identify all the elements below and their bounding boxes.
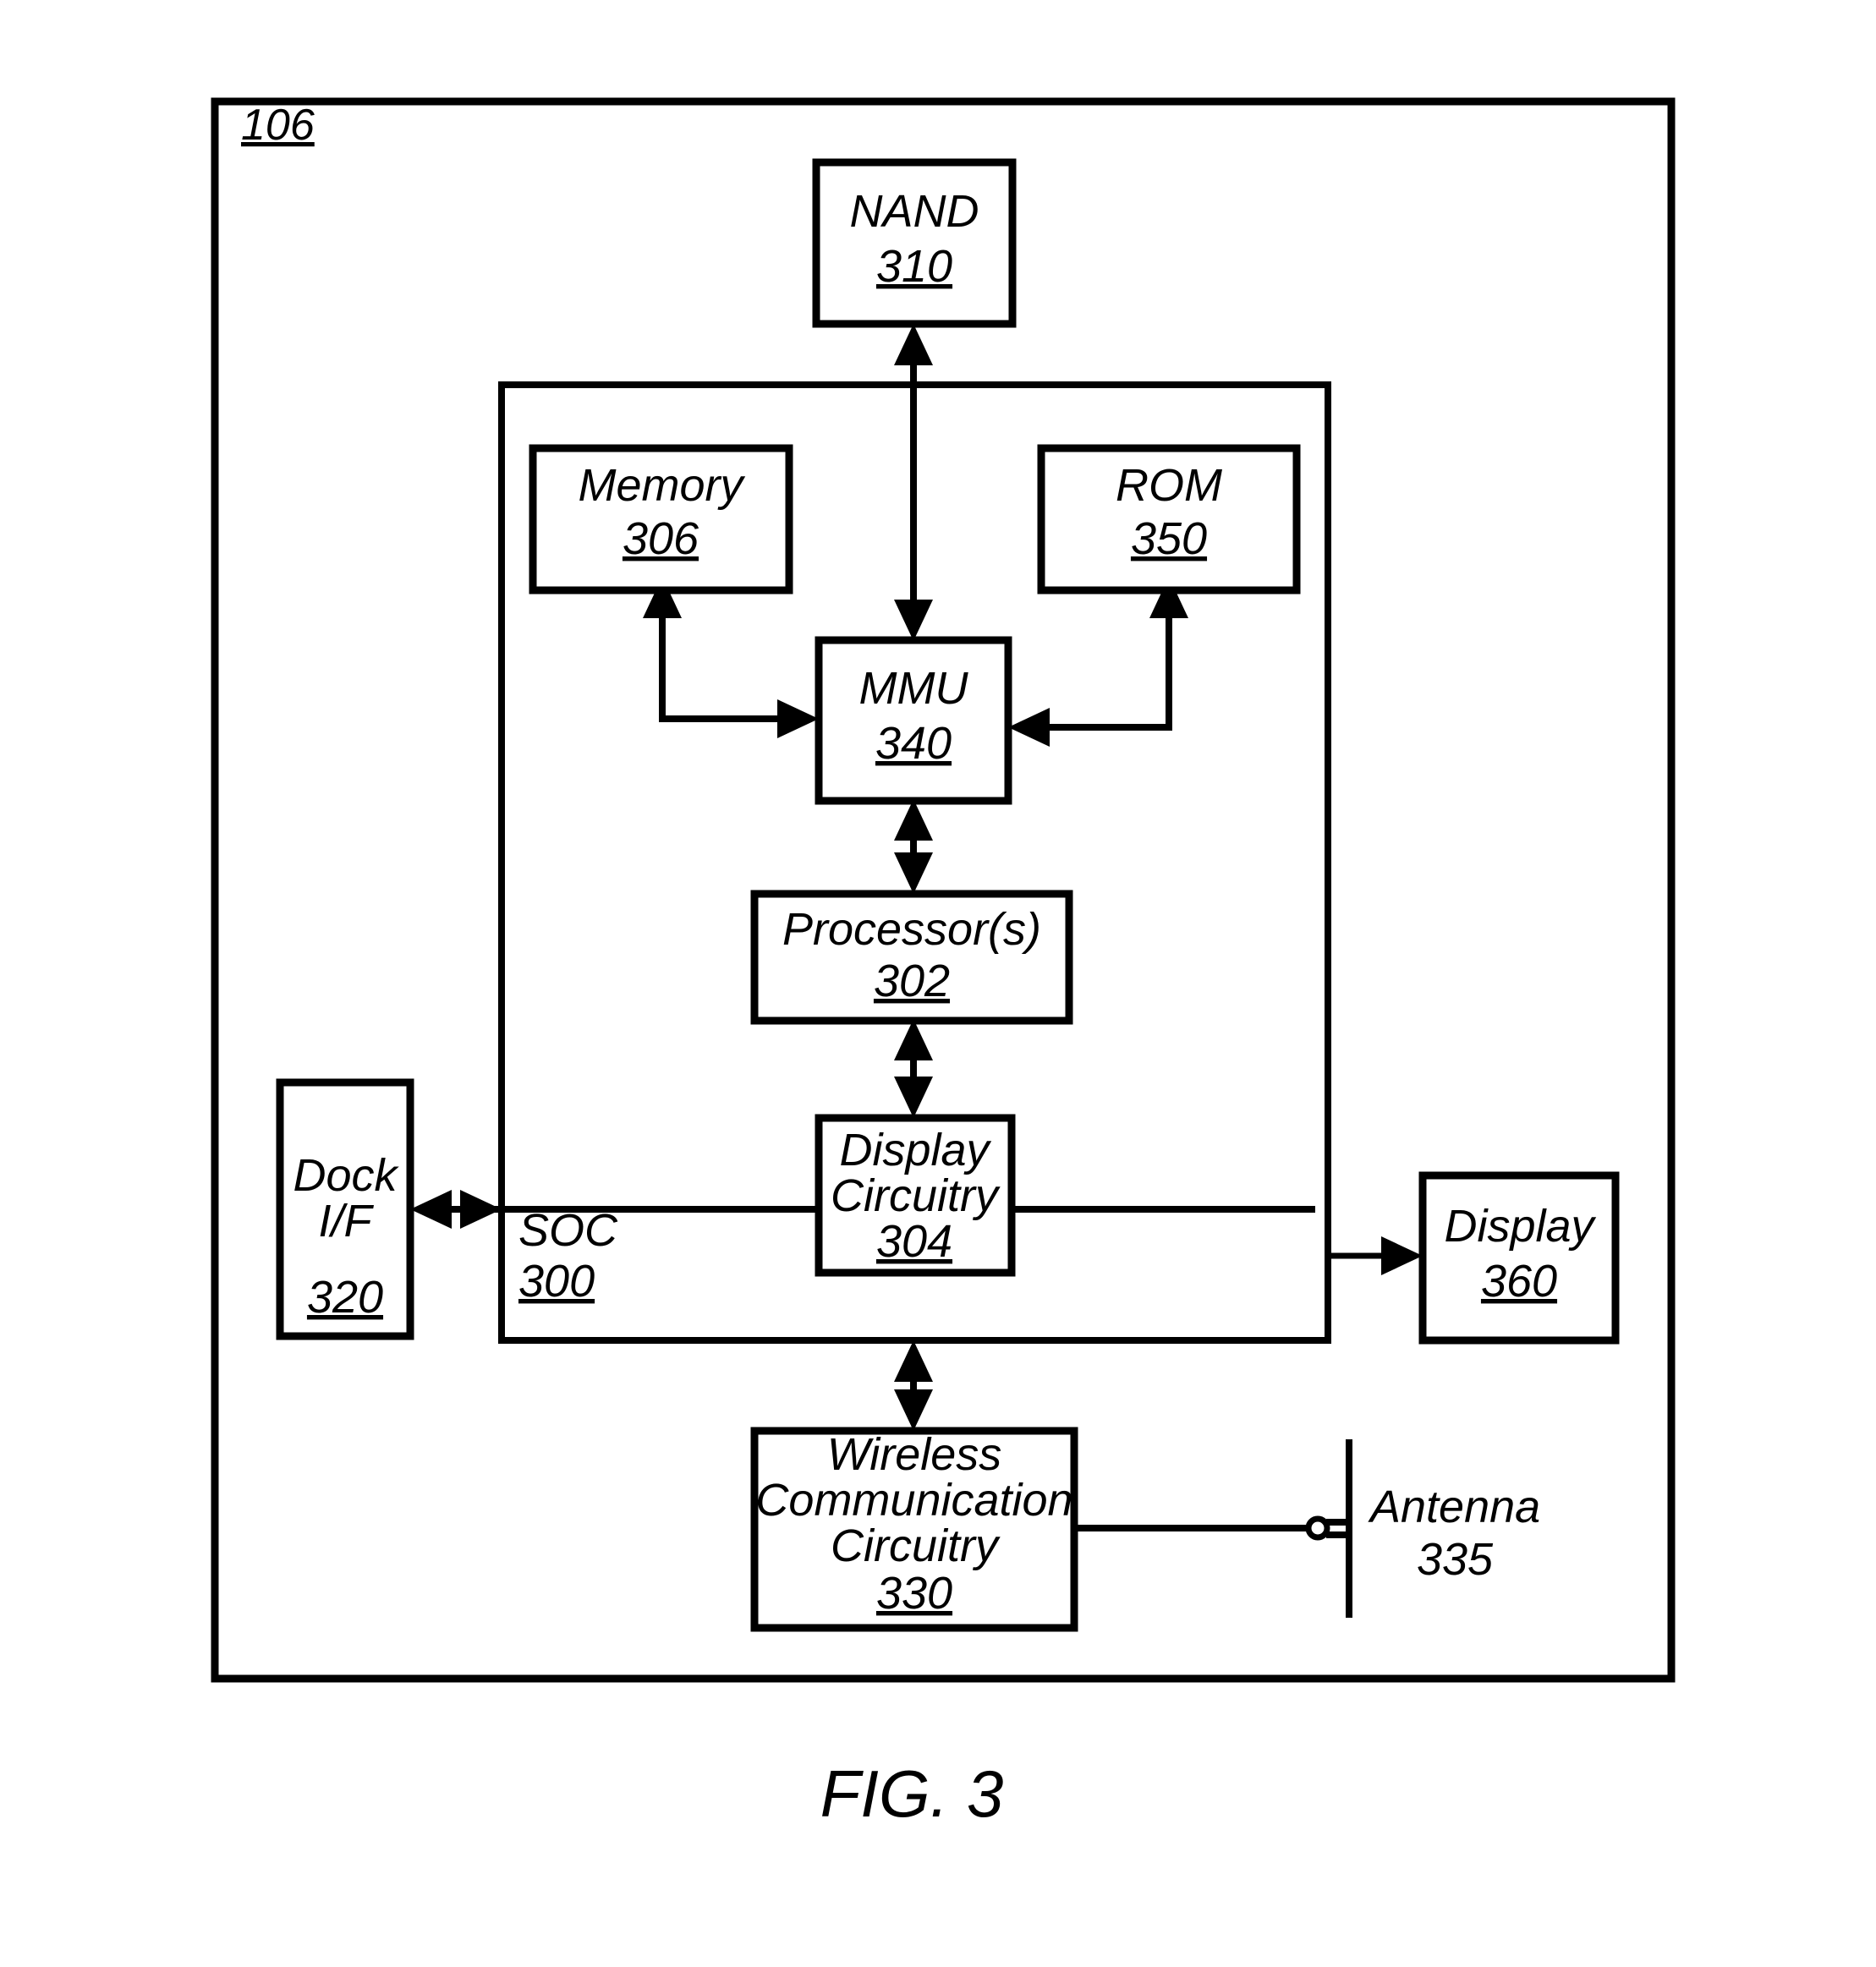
block-processor-ref: 302 (874, 956, 950, 1006)
figure-caption: FIG. 3 (820, 1756, 1004, 1831)
block-display: Display 360 (1418, 1171, 1620, 1345)
soc-ref: 300 (518, 1256, 595, 1307)
block-wireless-label-1: Wireless (827, 1429, 1002, 1480)
antenna-label: Antenna (1368, 1482, 1540, 1532)
antenna-terminal-circle (1305, 1515, 1330, 1541)
block-display-label: Display (1444, 1201, 1596, 1252)
soc-label: SOC (518, 1205, 618, 1256)
block-wireless-label-3: Circuitry (831, 1520, 1001, 1571)
block-display-circuitry-label-2: Circuitry (831, 1170, 1001, 1221)
block-processor-label: Processor(s) (782, 904, 1041, 955)
block-rom-label: ROM (1116, 460, 1222, 511)
block-mmu-label: MMU (859, 663, 969, 714)
block-mmu-ref: 340 (875, 718, 952, 769)
block-dock-interface: Dock I/F 320 (276, 1078, 414, 1340)
block-rom-ref: 350 (1131, 513, 1207, 564)
block-wireless-label-2: Communication (755, 1475, 1072, 1526)
block-dock-label-1: Dock (293, 1150, 399, 1201)
block-memory: Memory 306 (529, 444, 793, 594)
block-display-circuitry-ref: 304 (876, 1216, 952, 1267)
patent-figure-3: NAND 310 Memory 306 ROM 350 MMU 340 Proc… (211, 97, 1676, 1831)
block-dock-label-2: I/F (319, 1196, 375, 1246)
block-wireless-ref: 330 (876, 1568, 952, 1619)
block-nand: NAND 310 (812, 158, 1017, 328)
block-memory-label: Memory (578, 460, 745, 511)
block-nand-label: NAND (849, 186, 979, 237)
block-rom: ROM 350 (1037, 444, 1301, 594)
block-wireless-communication-circuitry: Wireless Communication Circuitry 330 (750, 1427, 1078, 1632)
figure-page: NAND 310 Memory 306 ROM 350 MMU 340 Proc… (0, 0, 1876, 1967)
antenna-ref: 335 (1417, 1534, 1494, 1585)
block-mmu: MMU 340 (815, 636, 1012, 805)
block-memory-ref: 306 (623, 513, 699, 564)
block-display-ref: 360 (1481, 1256, 1557, 1307)
block-nand-ref: 310 (876, 241, 952, 292)
block-display-circuitry-label-1: Display (839, 1125, 991, 1175)
block-processor: Processor(s) 302 (750, 890, 1073, 1025)
block-dock-ref: 320 (307, 1272, 383, 1323)
device-ref-106: 106 (241, 101, 315, 150)
block-display-circuitry: Display Circuitry 304 (815, 1114, 1016, 1277)
